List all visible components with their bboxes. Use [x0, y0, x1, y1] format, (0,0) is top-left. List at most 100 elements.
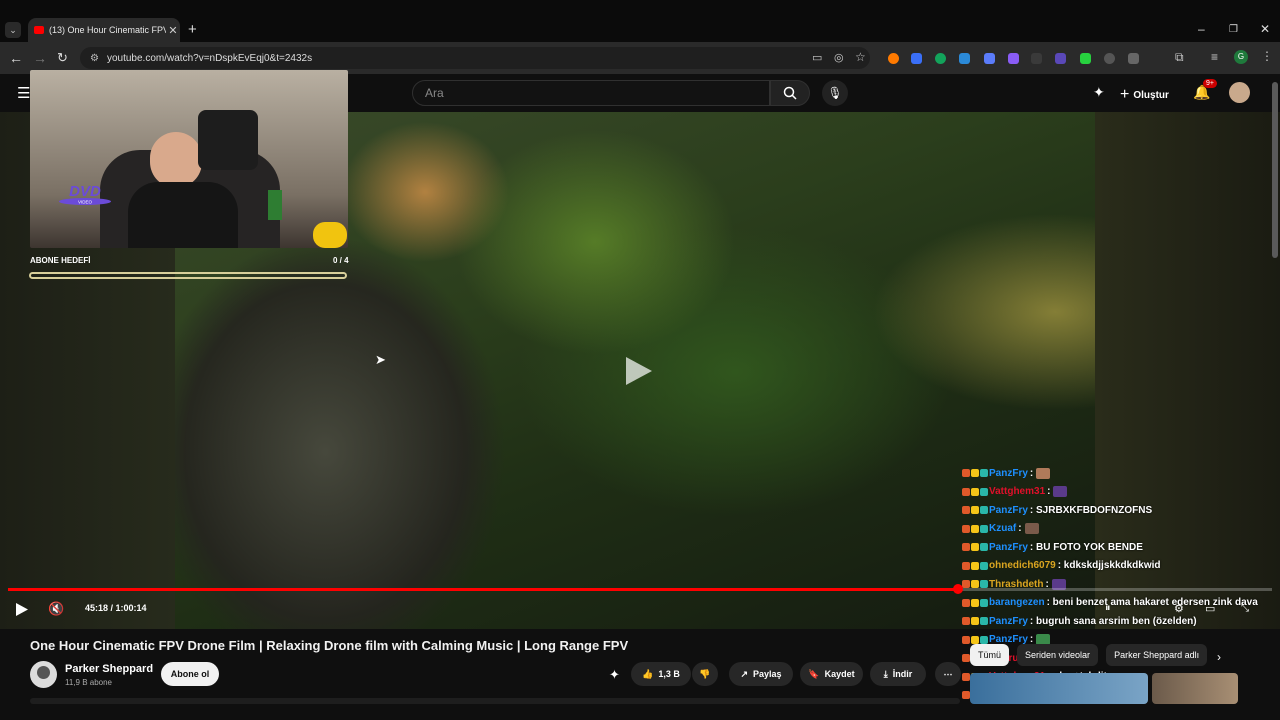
- svg-text:DVD: DVD: [69, 183, 101, 200]
- chip-all[interactable]: Tümü: [970, 644, 1010, 666]
- extension-icon[interactable]: [888, 53, 899, 64]
- plus-icon: +: [1120, 86, 1130, 103]
- plus-icon[interactable]: +: [188, 21, 197, 38]
- live-chat-overlay: PanzFry: Vattghem31: PanzFry: SJRBXKFBDOFN…: [962, 464, 1280, 704]
- chat-badge-icon: [962, 598, 970, 607]
- profile-avatar-icon[interactable]: G: [1234, 50, 1248, 64]
- account-avatar[interactable]: [1229, 82, 1250, 103]
- video-thumbnail[interactable]: [1152, 673, 1238, 704]
- search-input[interactable]: Ara: [412, 80, 770, 106]
- extensions-puzzle-icon[interactable]: ⧉: [1175, 50, 1184, 65]
- extension-icon[interactable]: [1055, 53, 1066, 64]
- chat-badge-icon: [962, 691, 970, 700]
- eye-slash-icon[interactable]: ◎: [834, 51, 844, 64]
- chat-badge-icon: [980, 598, 988, 607]
- premium-sparkle-icon[interactable]: ✦: [609, 667, 620, 683]
- close-window-icon[interactable]: ✕: [1260, 22, 1270, 36]
- maximize-icon[interactable]: ❐: [1229, 24, 1238, 35]
- extension-icon[interactable]: [1128, 53, 1139, 64]
- chip-channel[interactable]: Parker Sheppard adlı: [1106, 644, 1208, 666]
- browser-menu-icon[interactable]: ⋮: [1261, 49, 1273, 63]
- share-button[interactable]: ↗ Paylaş: [729, 662, 793, 686]
- extension-icon[interactable]: [1080, 53, 1091, 64]
- download-button[interactable]: ⤓ İndir: [870, 662, 926, 686]
- channel-name[interactable]: Parker Sheppard: [65, 663, 153, 675]
- chat-username: PanzFry: [989, 615, 1028, 627]
- reading-list-icon[interactable]: ≡: [1211, 50, 1218, 64]
- chat-badge-icon: [980, 506, 988, 515]
- chat-badge-icon: [971, 524, 979, 533]
- extension-icon[interactable]: [911, 53, 922, 64]
- create-button[interactable]: + Oluştur: [1120, 86, 1169, 104]
- more-actions-button[interactable]: ⋯: [935, 662, 961, 686]
- video-rock: [175, 232, 545, 629]
- extension-icon[interactable]: [1104, 53, 1115, 64]
- chat-badge-icon: [971, 561, 979, 570]
- chat-badge-icon: [980, 635, 988, 644]
- chip-series[interactable]: Seriden videolar: [1017, 644, 1099, 666]
- webcam-face: [150, 132, 202, 188]
- browser-tab[interactable]: (13) One Hour Cinematic FPV D ✕: [28, 18, 180, 42]
- search-button[interactable]: [770, 80, 810, 106]
- tab-title: (13) One Hour Cinematic FPV D: [49, 25, 166, 35]
- site-info-icon[interactable]: ⚙: [90, 53, 99, 64]
- extension-icon[interactable]: [959, 53, 970, 64]
- dislike-button[interactable]: 👎: [692, 662, 718, 686]
- chat-badge-icon: [980, 469, 988, 478]
- chat-badge-icon: [962, 635, 970, 644]
- fullscreen-icon[interactable]: ⤡: [1241, 603, 1249, 614]
- chat-text: :: [1047, 486, 1051, 498]
- chat-badge-icon: [980, 524, 988, 533]
- subscriber-goal-bar: [29, 272, 347, 279]
- subscriber-count: 11,9 B abone: [65, 678, 113, 687]
- chat-username: Kzuaf: [989, 523, 1017, 535]
- channel-avatar[interactable]: [30, 661, 57, 688]
- voice-search-icon[interactable]: 🎙: [822, 80, 848, 106]
- chevron-right-icon[interactable]: ›: [1217, 650, 1221, 664]
- extension-icon[interactable]: [984, 53, 995, 64]
- forward-icon[interactable]: →: [33, 50, 47, 66]
- premium-icon[interactable]: ✦: [1093, 84, 1105, 101]
- download-icon: ⤓: [883, 668, 888, 679]
- save-button[interactable]: 🔖 Kaydet: [800, 662, 863, 686]
- reload-icon[interactable]: ↻: [57, 50, 68, 66]
- chat-username: PanzFry: [989, 467, 1028, 479]
- like-button[interactable]: 👍 1,3 B: [631, 662, 691, 686]
- webcam-mascot: [198, 110, 258, 170]
- page-scrollbar[interactable]: [1272, 82, 1278, 258]
- chat-badge-icon: [971, 469, 979, 478]
- browser-tab-bar: ⌄ (13) One Hour Cinematic FPV D ✕ + – ❐ …: [0, 0, 1280, 42]
- subscriber-goal-label: ABONE HEDEFİ: [30, 256, 91, 265]
- seek-bar-handle[interactable]: [952, 584, 963, 594]
- mute-icon[interactable]: 🔇: [48, 601, 64, 617]
- description-box[interactable]: [30, 698, 960, 704]
- bookmark-star-icon[interactable]: ☆: [855, 50, 866, 64]
- seek-bar[interactable]: [8, 584, 1272, 594]
- chat-badge-icon: [980, 487, 988, 496]
- cast-icon[interactable]: ▭: [812, 51, 822, 64]
- share-icon: ↗: [740, 668, 748, 679]
- thumbs-up-icon: 👍: [642, 668, 654, 679]
- extension-icon[interactable]: [1031, 53, 1042, 64]
- share-label: Paylaş: [753, 669, 782, 679]
- mouse-cursor-icon: ➤: [375, 352, 386, 367]
- minimize-icon[interactable]: –: [1198, 22, 1205, 36]
- play-icon[interactable]: [620, 353, 656, 389]
- url-field[interactable]: ⚙ youtube.com/watch?v=nDspkEvEqj0&t=2432…: [80, 47, 870, 69]
- video-thumbnail[interactable]: [970, 673, 1148, 704]
- miniplayer-icon[interactable]: ▭: [1205, 602, 1215, 615]
- close-tab-icon[interactable]: ✕: [166, 24, 180, 37]
- extension-icon[interactable]: [935, 53, 946, 64]
- tab-search-icon[interactable]: ⌄: [5, 22, 21, 38]
- subscribe-button[interactable]: Abone ol: [161, 662, 219, 686]
- back-icon[interactable]: ←: [9, 50, 23, 66]
- play-button[interactable]: [15, 602, 29, 622]
- webcam-overlay: [30, 70, 348, 248]
- pause-icon[interactable]: ⏸: [1105, 602, 1111, 615]
- settings-gear-icon[interactable]: ⚙: [1174, 602, 1184, 615]
- extension-icon[interactable]: [1008, 53, 1019, 64]
- hamburger-menu-icon[interactable]: ☰: [17, 84, 30, 102]
- chat-username: barangezen: [989, 597, 1045, 609]
- download-label: İndir: [892, 669, 913, 679]
- chat-username: PanzFry: [989, 504, 1028, 516]
